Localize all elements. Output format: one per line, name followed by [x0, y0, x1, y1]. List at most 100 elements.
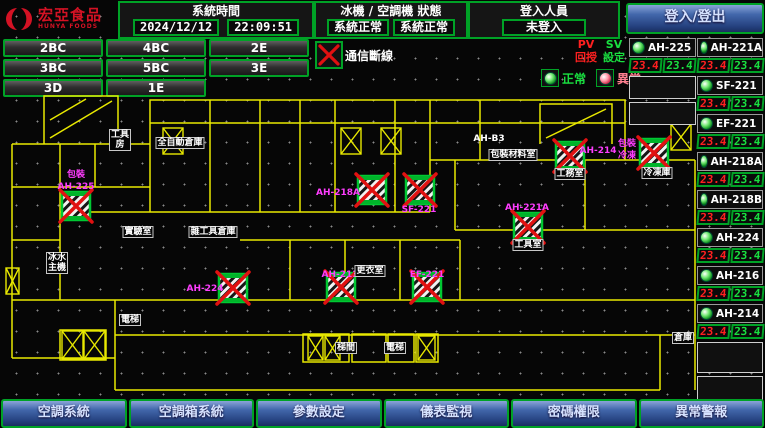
pv-sv-legend: PV SV 回授 設定 — [572, 38, 628, 64]
equipment-pv-value: 23.4 — [696, 248, 730, 263]
shaft-icon — [418, 336, 435, 360]
equipment-status-led-icon — [700, 231, 713, 244]
floor-button-3bc[interactable]: 3BC — [3, 59, 103, 77]
ahu-offline-icon[interactable] — [404, 174, 436, 206]
equipment-name-row[interactable]: EF-221 — [697, 114, 763, 133]
nav-button-5[interactable]: 密碼權限 — [511, 399, 637, 428]
equipment-item-ah-216: AH-21623.423.4 — [697, 266, 763, 301]
equipment-status-led-icon — [700, 117, 713, 130]
equipment-column-a: AH-225 23.423.4 — [629, 38, 696, 128]
empty-slot — [697, 342, 763, 373]
chiller-status-value: 系統正常 — [327, 19, 389, 36]
floor-plan-map — [0, 88, 702, 399]
equipment-sv-value: 23.4 — [730, 324, 764, 339]
nav-button-3[interactable]: 參數設定 — [256, 399, 382, 428]
login-user-panel: 登入人員 未登入 — [468, 1, 620, 39]
shaft-icon — [163, 128, 183, 154]
equipment-item-ah-218a: AH-218A 23.423.4 — [697, 152, 763, 187]
equipment-status-led-icon — [700, 41, 708, 54]
equipment-sv-value: 23.4 — [730, 248, 764, 263]
login-logout-button[interactable]: 登入/登出 — [626, 3, 764, 34]
machine-status-title: 冰機 / 空調機 狀態 — [316, 3, 466, 19]
equipment-pv-value: 23.4 — [696, 210, 730, 225]
floor-button-4bc[interactable]: 4BC — [106, 39, 206, 57]
floor-button-3e[interactable]: 3E — [209, 59, 309, 77]
equipment-name: AH-218B — [711, 194, 762, 206]
equipment-name-row[interactable]: AH-214 — [697, 304, 763, 323]
shaft-icon — [308, 336, 323, 360]
ahu-status-value: 系統正常 — [393, 19, 455, 36]
normal-label: 正常 — [562, 70, 586, 87]
brand-logo: 宏亞食品 HUNYA FOODS — [4, 2, 114, 35]
equipment-name-row[interactable]: AH-218A — [697, 152, 763, 171]
equipment-name-row[interactable]: SF-221 — [697, 76, 763, 95]
shaft-icon — [381, 128, 401, 154]
ahu-offline-icon[interactable] — [554, 140, 586, 172]
ahu-offline-icon[interactable] — [512, 211, 544, 243]
comm-loss-icon — [315, 41, 343, 69]
ahu-offline-icon[interactable] — [325, 271, 357, 303]
equipment-item-sf-221: SF-22123.423.4 — [697, 76, 763, 111]
equipment-name: EF-221 — [716, 118, 756, 130]
floor-button-5bc[interactable]: 5BC — [106, 59, 206, 77]
nav-button-6[interactable]: 異常警報 — [639, 399, 765, 428]
equipment-name: AH-218A — [711, 156, 762, 168]
equipment-status-led-icon — [700, 79, 713, 92]
equipment-item-ah-225: AH-225 23.423.4 — [629, 38, 696, 73]
equipment-pv-value: 23.4 — [696, 134, 730, 149]
abnormal-lamp-icon — [596, 69, 614, 87]
nav-button-4[interactable]: 儀表監視 — [384, 399, 510, 428]
empty-slot — [629, 76, 696, 99]
equipment-name-row[interactable]: AH-225 — [629, 38, 696, 57]
equipment-status-led-icon — [700, 307, 713, 320]
equipment-column-b: AH-221A23.423.4SF-22123.423.4EF-22123.42… — [697, 38, 763, 410]
equipment-name-row[interactable]: AH-221A — [697, 38, 763, 57]
login-user-value: 未登入 — [502, 19, 586, 36]
login-user-title: 登入人員 — [470, 3, 618, 19]
normal-lamp-icon — [541, 69, 559, 87]
system-date-value: 2024/12/12 — [133, 19, 219, 36]
equipment-status-led-icon — [632, 41, 645, 54]
equipment-sv-value: 23.4 — [730, 286, 764, 301]
system-time-panel: 系統時間 2024/12/12 22:09:51 — [118, 1, 314, 39]
equipment-item-ah-218b: AH-218B23.423.4 — [697, 190, 763, 225]
equipment-sv-value: 23.4 — [662, 58, 696, 73]
map-walls — [12, 96, 695, 390]
pv-name-label: 回授 — [572, 51, 600, 64]
equipment-name: AH-221A — [711, 42, 762, 54]
floor-button-2e[interactable]: 2E — [209, 39, 309, 57]
nav-button-2[interactable]: 空調箱系統 — [129, 399, 255, 428]
ahu-offline-icon[interactable] — [411, 271, 443, 303]
equipment-sv-value: 23.4 — [730, 58, 764, 73]
ahu-offline-icon[interactable] — [60, 190, 92, 222]
equipment-pv-value: 23.4 — [696, 286, 730, 301]
bottom-nav-bar: 空調系統空調箱系統參數設定儀表監視密碼權限異常警報 — [0, 399, 765, 426]
equipment-name: AH-214 — [716, 308, 759, 320]
shaft-icon — [325, 336, 340, 360]
shaft-icon — [84, 331, 105, 359]
ahu-offline-icon[interactable] — [356, 174, 388, 206]
equipment-name: AH-224 — [716, 232, 759, 244]
system-time-title: 系統時間 — [120, 3, 312, 19]
equipment-pv-value: 23.4 — [696, 172, 730, 187]
equipment-sv-value: 23.4 — [730, 134, 764, 149]
ahu-offline-icon[interactable] — [217, 272, 249, 304]
equipment-pv-value: 23.4 — [696, 58, 730, 73]
ahu-offline-icon[interactable] — [638, 137, 670, 169]
nav-button-1[interactable]: 空調系統 — [1, 399, 127, 428]
floor-button-2bc[interactable]: 2BC — [3, 39, 103, 57]
equipment-name-row[interactable]: AH-218B — [697, 190, 763, 209]
status-lamp-legend: 正常 異常 — [541, 69, 641, 87]
equipment-name: AH-225 — [648, 42, 691, 54]
equipment-item-ah-224: AH-224 23.423.4 — [697, 228, 763, 263]
system-clock-value: 22:09:51 — [227, 19, 299, 36]
equipment-sv-value: 23.4 — [730, 172, 764, 187]
equipment-item-ef-221: EF-221 23.423.4 — [697, 114, 763, 149]
equipment-pv-value: 23.4 — [628, 58, 662, 73]
comm-loss-label: 通信斷線 — [345, 47, 393, 64]
empty-slot — [629, 102, 696, 125]
shaft-icon — [341, 128, 361, 154]
equipment-name-row[interactable]: AH-224 — [697, 228, 763, 247]
equipment-name-row[interactable]: AH-216 — [697, 266, 763, 285]
pv-label: PV — [572, 38, 600, 51]
